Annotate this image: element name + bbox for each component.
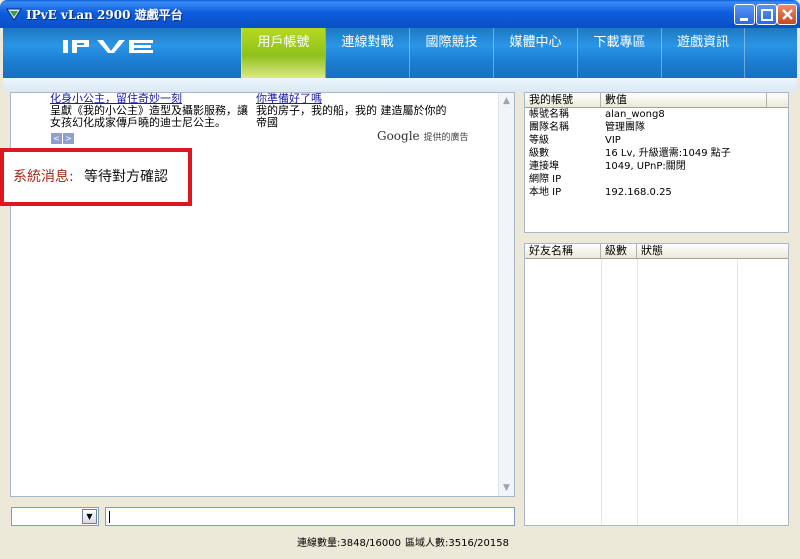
ad-prev-button[interactable]: < [51,133,62,144]
table-row[interactable]: 級數 16 Lv, 升級還需:1049 點子 [525,147,788,160]
text-caret [109,511,110,523]
tab-media-center[interactable]: 媒體中心 [493,28,577,78]
table-row[interactable]: 本地 IP 192.168.0.25 [525,186,788,199]
table-row[interactable]: 網際 IP [525,173,788,186]
title-bar[interactable]: IPvE vLan 2900 遊戲平台 [0,0,800,28]
main-nav: 用戶帳號 連線對戰 國際競技 媒體中心 下載專區 遊戲資訊 [241,28,745,78]
google-ads-credit[interactable]: Google 提供的廣告 [377,129,469,143]
google-logo: Google [377,129,420,143]
system-message-label: 系統消息: [13,169,74,185]
friends-header-status[interactable]: 狀態 [637,244,788,258]
ad-text-1: 呈獻《我的小公主》造型及攝影服務，讓女孩幻化成家傳戶曉的迪士尼公主。 [50,104,248,129]
account-header-value[interactable]: 數值 [601,93,767,107]
maximize-icon [761,9,773,21]
status-region-users: 區域人數:3516/20158 [405,538,509,549]
window-title: IPvE vLan 2900 遊戲平台 [26,8,183,22]
channel-select[interactable]: ▼ [11,507,99,526]
ipve-logo [63,40,153,53]
close-button[interactable] [777,4,797,25]
account-table-header: 我的帳號 數值 [525,93,788,108]
scroll-down-icon[interactable]: ▼ [499,480,514,496]
ad-block-1: 化身小公主，留住奇妙一刻 呈獻《我的小公主》造型及攝影服務，讓女孩幻化成家傳戶曉… [50,93,250,129]
chat-input[interactable] [105,507,515,526]
tab-user-account[interactable]: 用戶帳號 [241,28,325,78]
table-row[interactable]: 團隊名稱 管理團隊 [525,121,788,134]
friends-header-level[interactable]: 級數 [601,244,637,258]
header-bar: 用戶帳號 連線對戰 國際競技 媒體中心 下載專區 遊戲資訊 [3,28,797,78]
maximize-button[interactable] [756,4,777,25]
close-icon [782,9,793,20]
friends-table: 好友名稱 級數 狀態 [524,243,789,526]
tab-online-battle[interactable]: 連線對戰 [325,28,409,78]
ad-next-button[interactable]: > [63,133,74,144]
ad-pager: < > [51,133,74,144]
friends-header-name[interactable]: 好友名稱 [525,244,601,258]
google-caption: 提供的廣告 [423,133,469,143]
tab-game-info[interactable]: 遊戲資訊 [661,28,745,78]
minimize-icon [740,18,748,21]
app-icon [6,8,22,21]
table-row[interactable]: 連接埠 1049, UPnP:關閉 [525,160,788,173]
tab-international[interactable]: 國際競技 [409,28,493,78]
system-message-box: 系統消息: 等待對方確認 [0,148,192,206]
table-row[interactable]: 等級 VIP [525,134,788,147]
friends-table-header: 好友名稱 級數 狀態 [525,244,788,259]
tab-downloads[interactable]: 下載專區 [577,28,661,78]
status-connections: 連線數量:3848/16000 [297,538,401,549]
ad-text-2: 我的房子，我的船，我的 建造屬於你的帝國 [256,104,447,129]
table-row[interactable]: 帳號名稱 alan_wong8 [525,108,788,121]
chevron-down-icon[interactable]: ▼ [82,509,97,524]
ad-block-2: 你準備好了嗎 我的房子，我的船，我的 建造屬於你的帝國 [256,93,456,129]
minimize-button[interactable] [734,4,755,25]
account-table: 我的帳號 數值 帳號名稱 alan_wong8 團隊名稱 管理團隊 等級 VIP 級數… [524,92,789,233]
header-subbar [3,78,797,92]
system-message-text: 等待對方確認 [84,169,168,185]
main-scrollbar[interactable]: ▲ ▼ [498,93,514,496]
scroll-up-icon[interactable]: ▲ [499,93,514,109]
account-header-name[interactable]: 我的帳號 [525,93,601,107]
